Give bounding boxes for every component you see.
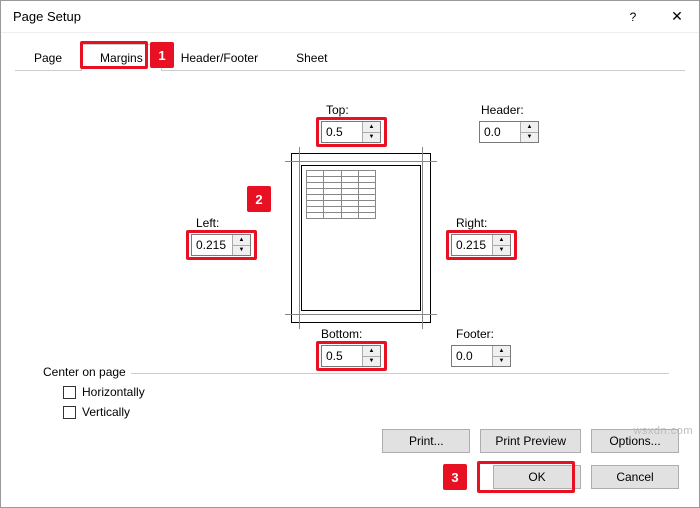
- spinner-left[interactable]: ▲▼: [232, 235, 250, 255]
- input-footer-wrap: ▲▼: [451, 345, 511, 367]
- center-on-page-label: Center on page: [43, 365, 126, 379]
- checkbox-box-icon: [63, 386, 76, 399]
- input-right-wrap: ▲▼: [451, 234, 511, 256]
- page-setup-dialog: Page Setup ? ✕ Page Margins Header/Foote…: [0, 0, 700, 508]
- dialog-content: Top: ▲▼ Header: ▲▼ Left: ▲▼ Right: ▲▼ Bo…: [1, 71, 699, 431]
- input-bottom-wrap: ▲▼: [321, 345, 381, 367]
- spinner-footer[interactable]: ▲▼: [492, 346, 510, 366]
- input-bottom[interactable]: [322, 346, 362, 366]
- page-preview: [291, 153, 431, 323]
- checkbox-vertically[interactable]: Vertically: [63, 405, 130, 419]
- tab-sheet[interactable]: Sheet: [277, 44, 346, 71]
- spinner-bottom[interactable]: ▲▼: [362, 346, 380, 366]
- callout-2: 2: [247, 186, 271, 212]
- input-right[interactable]: [452, 235, 492, 255]
- ok-button[interactable]: OK: [493, 465, 581, 489]
- input-top-wrap: ▲▼: [321, 121, 381, 143]
- print-preview-button[interactable]: Print Preview: [480, 429, 581, 453]
- tab-page[interactable]: Page: [15, 44, 81, 71]
- label-right: Right:: [456, 216, 487, 230]
- dialog-title: Page Setup: [13, 9, 611, 24]
- checkbox-horizontally-label: Horizontally: [82, 385, 145, 399]
- spinner-header[interactable]: ▲▼: [520, 122, 538, 142]
- close-button[interactable]: ✕: [655, 1, 699, 33]
- label-bottom: Bottom:: [321, 327, 362, 341]
- checkbox-vertically-label: Vertically: [82, 405, 130, 419]
- cancel-button[interactable]: Cancel: [591, 465, 679, 489]
- fieldset-divider: [131, 373, 669, 374]
- print-button[interactable]: Print...: [382, 429, 470, 453]
- watermark: wsxdn.com: [633, 425, 693, 437]
- preview-grid: [306, 170, 376, 219]
- spinner-top[interactable]: ▲▼: [362, 122, 380, 142]
- input-footer[interactable]: [452, 346, 492, 366]
- input-top[interactable]: [322, 122, 362, 142]
- title-bar: Page Setup ? ✕: [1, 1, 699, 33]
- input-header[interactable]: [480, 122, 520, 142]
- tab-header-footer[interactable]: Header/Footer: [162, 44, 277, 71]
- button-row-bottom: OK Cancel: [493, 465, 679, 489]
- spinner-right[interactable]: ▲▼: [492, 235, 510, 255]
- callout-1: 1: [150, 42, 174, 68]
- input-header-wrap: ▲▼: [479, 121, 539, 143]
- help-button[interactable]: ?: [611, 1, 655, 33]
- checkbox-horizontally[interactable]: Horizontally: [63, 385, 145, 399]
- checkbox-box-icon: [63, 406, 76, 419]
- label-footer: Footer:: [456, 327, 494, 341]
- tab-strip: Page Margins Header/Footer Sheet: [15, 43, 685, 71]
- input-left-wrap: ▲▼: [191, 234, 251, 256]
- label-left: Left:: [196, 216, 219, 230]
- label-top: Top:: [326, 103, 349, 117]
- label-header: Header:: [481, 103, 524, 117]
- input-left[interactable]: [192, 235, 232, 255]
- callout-3: 3: [443, 464, 467, 490]
